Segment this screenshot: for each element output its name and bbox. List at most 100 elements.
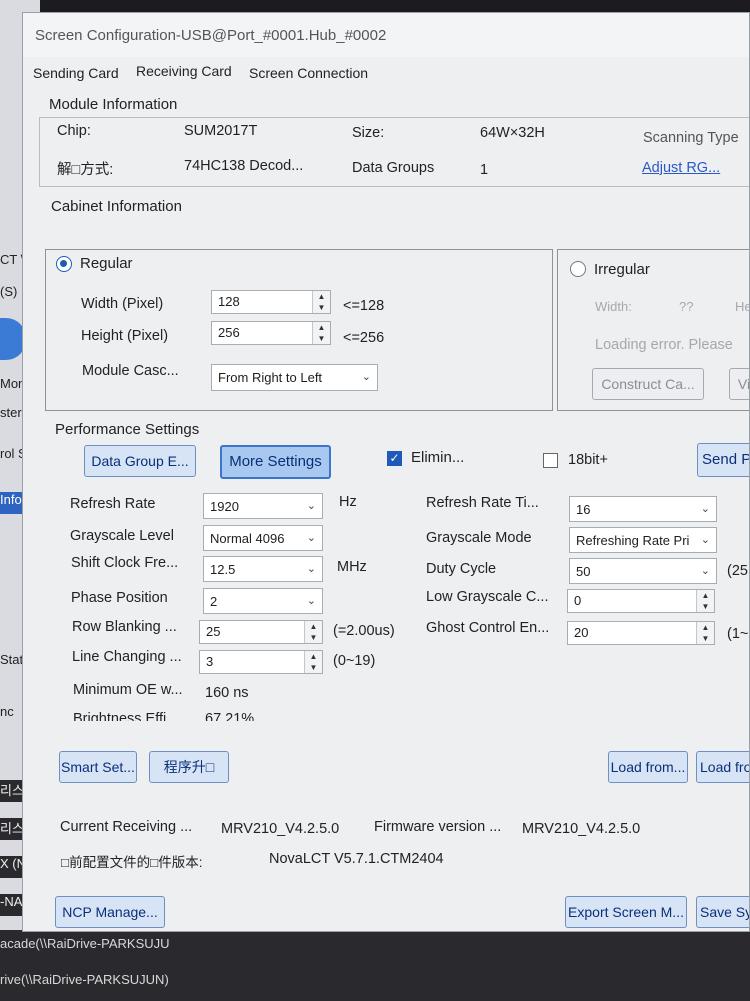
ghost-control-label: Ghost Control En... (426, 620, 550, 636)
grayscale-level-select[interactable]: Normal 4096 ⌄ (203, 525, 323, 551)
module-cascade-value: From Right to Left (218, 370, 323, 385)
irregular-radio[interactable] (570, 261, 586, 277)
chevron-down-icon: ⌄ (306, 595, 316, 607)
brightness-label: Brightness Effi... (73, 711, 179, 721)
export-screen-button[interactable]: Export Screen M... (565, 896, 687, 928)
more-settings-button[interactable]: More Settings (220, 445, 331, 479)
chevron-down-icon: ⌄ (306, 563, 316, 575)
irr-error-text: Loading error. Please (595, 337, 733, 353)
mhz-unit: MHz (337, 559, 367, 575)
low-grayscale-value: 0 (574, 593, 582, 608)
module-cascade-select[interactable]: From Right to Left ⌄ (211, 364, 378, 391)
grayscale-mode-select[interactable]: Refreshing Rate Pri ⌄ (569, 527, 717, 553)
brightness-row-clipped: Brightness Effi... 67.21% (69, 711, 709, 721)
duty-cycle-select[interactable]: 50 ⌄ (569, 558, 717, 584)
grayscale-mode-label: Grayscale Mode (426, 530, 532, 546)
shift-clock-select[interactable]: 12.5 ⌄ (203, 556, 323, 582)
width-hint: <=128 (343, 298, 385, 314)
ghost-control-spinner[interactable]: ▲ ▼ (696, 622, 714, 644)
chevron-down-icon: ⌄ (306, 500, 316, 512)
tab-screen-connection[interactable]: Screen Connection (249, 65, 368, 81)
line-changing-input[interactable]: 3 ▲ ▼ (199, 650, 323, 674)
size-value: 64W×32H (480, 125, 545, 141)
performance-title: Performance Settings (55, 421, 200, 438)
chevron-down-icon: ⌄ (361, 371, 371, 383)
height-input[interactable]: 256 ▲ ▼ (211, 321, 331, 345)
data-groups-value: 1 (480, 162, 489, 178)
regular-label: Regular (80, 255, 133, 272)
duty-cycle-value: 50 (576, 564, 591, 579)
grayscale-level-label: Grayscale Level (70, 528, 174, 544)
eliminate-checkbox[interactable]: ✓ (387, 451, 402, 466)
min-oe-label: Minimum OE w... (73, 682, 183, 698)
save-system-button[interactable]: Save Sy (696, 896, 749, 928)
height-spinner[interactable]: ▲ ▼ (312, 322, 330, 344)
firmware-label: Firmware version ... (374, 819, 502, 835)
send-button[interactable]: Send P (697, 443, 749, 477)
bg-drive-label: acade(\\RaiDrive-PARKSUJU (0, 936, 170, 951)
irregular-label: Irregular (594, 261, 650, 278)
height-hint: <=256 (343, 330, 385, 346)
cabinet-info-title: Cabinet Information (51, 198, 182, 215)
tab-sending-card[interactable]: Sending Card (33, 65, 119, 81)
phase-position-select[interactable]: 2 ⌄ (203, 588, 323, 614)
line-changing-value: 3 (206, 654, 214, 669)
background-taskbar: acade(\\RaiDrive-PARKSUJU rive(\\RaiDriv… (0, 930, 750, 1001)
program-upgrade-button[interactable]: 程序升□ (149, 751, 229, 783)
duty-cycle-hint: (25 (727, 563, 748, 579)
refresh-rate-select[interactable]: 1920 ⌄ (203, 493, 323, 519)
height-label: Height (Pixel) (81, 328, 169, 344)
row-blanking-hint: (=2.00us) (333, 623, 395, 639)
ghost-control-value: 20 (574, 625, 589, 640)
module-info-group (39, 117, 749, 187)
current-receiving-value: MRV210_V4.2.5.0 (221, 821, 340, 837)
line-changing-spinner[interactable]: ▲ ▼ (304, 651, 322, 673)
line-changing-hint: (0~19) (333, 653, 376, 669)
irr-width-label: Width: (595, 299, 632, 314)
row-blanking-spinner[interactable]: ▲ ▼ (304, 621, 322, 643)
chevron-down-icon: ⌄ (700, 565, 710, 577)
scanning-type-label: Scanning Type (643, 130, 739, 146)
window-title: Screen Configuration-USB@Port_#0001.Hub_… (35, 27, 387, 44)
chip-value: SUM2017T (184, 123, 258, 139)
ghost-control-hint: (1~ (727, 626, 749, 642)
low-grayscale-input[interactable]: 0 ▲ ▼ (567, 589, 715, 613)
chevron-down-icon: ⌄ (700, 534, 710, 546)
row-blanking-label: Row Blanking ... (72, 619, 177, 635)
refresh-rate-label: Refresh Rate (70, 496, 156, 512)
load-from-file-button[interactable]: Load fro (696, 751, 749, 783)
module-info-title: Module Information (49, 96, 178, 113)
data-group-button[interactable]: Data Group E... (84, 445, 196, 477)
hz-unit: Hz (339, 494, 357, 510)
duty-cycle-label: Duty Cycle (426, 561, 497, 577)
config-version-value: NovaLCT V5.7.1.CTM2404 (269, 851, 444, 867)
low-grayscale-label: Low Grayscale C... (426, 589, 549, 605)
width-value: 128 (218, 294, 240, 309)
ghost-control-input[interactable]: 20 ▲ ▼ (567, 621, 715, 645)
firmware-value: MRV210_V4.2.5.0 (522, 821, 641, 837)
smart-set-button[interactable]: Smart Set... (59, 751, 137, 783)
row-blanking-input[interactable]: 25 ▲ ▼ (199, 620, 323, 644)
refresh-times-select[interactable]: 16 ⌄ (569, 496, 717, 522)
phase-position-value: 2 (210, 594, 218, 609)
height-value: 256 (218, 325, 240, 340)
adjust-rg-link[interactable]: Adjust RG... (642, 160, 720, 176)
bit18-checkbox[interactable] (543, 453, 558, 468)
low-grayscale-spinner[interactable]: ▲ ▼ (696, 590, 714, 612)
eliminate-label: Elimin... (411, 449, 465, 466)
width-input[interactable]: 128 ▲ ▼ (211, 290, 331, 314)
module-cascade-label: Module Casc... (82, 363, 179, 379)
construct-cabinet-button[interactable]: Construct Ca... (592, 368, 704, 400)
min-oe-value: 160 ns (205, 685, 249, 701)
view-button[interactable]: Vi (729, 368, 749, 400)
load-from-button[interactable]: Load from... (608, 751, 688, 783)
width-label: Width (Pixel) (81, 296, 164, 312)
title-bar: Screen Configuration-USB@Port_#0001.Hub_… (23, 13, 749, 57)
ncp-manage-button[interactable]: NCP Manage... (55, 896, 165, 928)
phase-position-label: Phase Position (71, 590, 168, 606)
width-spinner[interactable]: ▲ ▼ (312, 291, 330, 313)
tab-receiving-card[interactable]: Receiving Card (136, 63, 232, 81)
irr-h-label: He (735, 299, 750, 314)
row-blanking-value: 25 (206, 624, 221, 639)
regular-radio[interactable] (56, 256, 72, 272)
